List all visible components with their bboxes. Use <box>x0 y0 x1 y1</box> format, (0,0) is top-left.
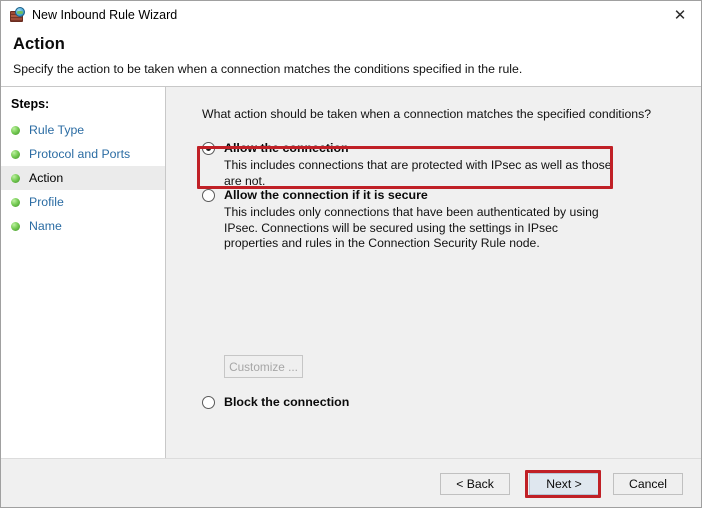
option-description: This includes connections that are prote… <box>224 158 614 189</box>
block-the-connection-option[interactable]: Block the connection <box>202 395 683 409</box>
sidebar-item-label: Protocol and Ports <box>29 147 130 161</box>
new-inbound-rule-wizard-window: New Inbound Rule Wizard ✕ Action Specify… <box>0 0 702 508</box>
option-title: Allow the connection <box>224 141 349 155</box>
cancel-button[interactable]: Cancel <box>613 473 683 495</box>
title-bar: New Inbound Rule Wizard ✕ <box>1 1 701 29</box>
sidebar-item-action[interactable]: Action <box>1 166 165 190</box>
page-title: Action <box>13 35 689 54</box>
step-bullet-icon <box>11 222 20 231</box>
steps-heading: Steps: <box>1 95 165 118</box>
radio-allow-the-connection-if-secure[interactable] <box>202 189 215 202</box>
action-question-text: What action should be taken when a conne… <box>202 107 651 121</box>
sidebar-item-protocol-and-ports[interactable]: Protocol and Ports <box>1 142 165 166</box>
back-button[interactable]: < Back <box>440 473 510 495</box>
step-bullet-icon <box>11 198 20 207</box>
sidebar-item-label: Name <box>29 219 62 233</box>
sidebar-item-label: Action <box>29 171 63 185</box>
wizard-footer: < Back Next > Cancel <box>1 458 701 507</box>
sidebar-item-profile[interactable]: Profile <box>1 190 165 214</box>
window-title: New Inbound Rule Wizard <box>32 8 177 22</box>
sidebar-item-label: Profile <box>29 195 64 209</box>
radio-allow-the-connection[interactable] <box>202 142 215 155</box>
page-subtitle: Specify the action to be taken when a co… <box>13 62 689 76</box>
step-bullet-icon <box>11 126 20 135</box>
step-bullet-icon <box>11 150 20 159</box>
next-button[interactable]: Next > <box>529 473 599 495</box>
step-bullet-icon <box>11 174 20 183</box>
close-icon[interactable]: ✕ <box>659 1 701 29</box>
sidebar-item-label: Rule Type <box>29 123 84 137</box>
option-title: Block the connection <box>224 395 349 409</box>
action-content-pane: What action should be taken when a conne… <box>166 87 701 458</box>
page-header: Action Specify the action to be taken wh… <box>1 29 701 86</box>
radio-block-the-connection[interactable] <box>202 396 215 409</box>
customize-button: Customize ... <box>224 355 303 378</box>
sidebar-item-rule-type[interactable]: Rule Type <box>1 118 165 142</box>
sidebar-item-name[interactable]: Name <box>1 214 165 238</box>
allow-the-connection-if-secure-option[interactable]: Allow the connection if it is secure Thi… <box>202 188 683 252</box>
firewall-globe-icon <box>9 7 25 23</box>
steps-sidebar: Steps: Rule Type Protocol and Ports Acti… <box>1 87 166 458</box>
option-title: Allow the connection if it is secure <box>224 188 428 202</box>
wizard-body: Steps: Rule Type Protocol and Ports Acti… <box>1 86 701 458</box>
option-description: This includes only connections that have… <box>224 205 614 252</box>
allow-the-connection-option[interactable]: Allow the connection This includes conne… <box>202 141 683 189</box>
